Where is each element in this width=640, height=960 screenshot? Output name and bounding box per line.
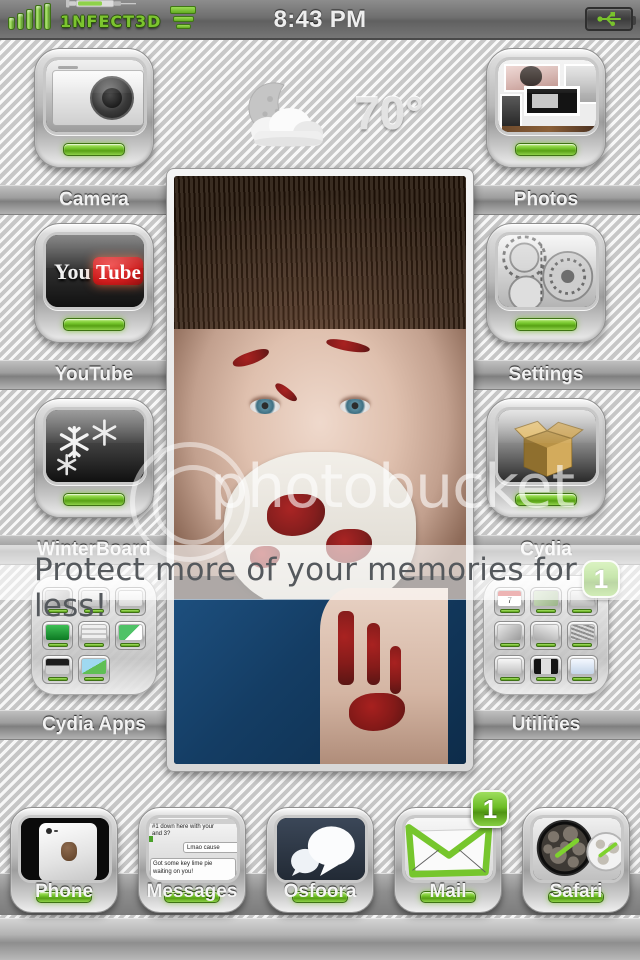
app-label-camera: Camera: [59, 189, 129, 210]
folder-mini-icon: [78, 621, 110, 650]
weather-temperature: 70°: [354, 87, 424, 139]
youtube-tube-text: Tube: [96, 260, 141, 284]
icon-led: [63, 493, 125, 506]
folder-mini-icon: [114, 621, 146, 650]
app-label-winterboard: WinterBoard: [37, 539, 151, 560]
status-bar: 1NFECT3D 8:43 PM: [0, 0, 640, 40]
folder-mini-icon: [530, 655, 562, 684]
dock-icon-phone[interactable]: Phone: [0, 807, 128, 913]
app-folder-cydia-apps[interactable]: [14, 575, 174, 695]
zombie-portrait-photo: [174, 176, 466, 764]
folder-mini-icon: [78, 655, 110, 684]
dock-label-band: [0, 918, 640, 960]
folder-mini-icon: [530, 621, 562, 650]
folder-badge-utilities: 1: [582, 560, 620, 598]
folder-mini-grid: [42, 587, 146, 684]
app-label-utilities: Utilities: [511, 714, 581, 735]
weather-widget[interactable]: 70°: [232, 70, 432, 156]
messages-line-1: #1 down here with your: [152, 824, 215, 830]
dock: Phone #1 down here with your and 3? Lmao…: [0, 790, 640, 960]
icon-led: [515, 318, 577, 331]
dock-icon-safari[interactable]: Safari: [512, 807, 640, 913]
folder-mini-icon: 7: [494, 587, 526, 616]
dock-icon-osfoora[interactable]: Osfoora: [256, 807, 384, 913]
folder-mini-icon: [42, 621, 74, 650]
folder-mini-icon: [42, 655, 74, 684]
icon-led: [515, 143, 577, 156]
battery-usb-charging-icon: [585, 7, 636, 31]
app-label-cydia-apps: Cydia Apps: [42, 714, 146, 735]
cydia-box-icon: [495, 407, 599, 485]
folder-mini-icon: [78, 587, 110, 616]
folder-mini-icon: [494, 621, 526, 650]
dock-icon-messages[interactable]: #1 down here with your and 3? Lmao cause…: [128, 807, 256, 913]
folder-mini-icon: [114, 587, 146, 616]
folder-mini-icon: [494, 655, 526, 684]
dock-icon-mail[interactable]: 1 Mail: [384, 790, 512, 913]
dock-label-osfoora: Osfoora: [283, 881, 357, 902]
settings-gears-icon: [495, 232, 599, 310]
app-label-photos: Photos: [513, 189, 579, 210]
app-icon-photos[interactable]: [466, 48, 626, 168]
folder-mini-icon: [42, 587, 74, 616]
messages-line-3: Got some key lime pie: [153, 861, 213, 867]
status-bar-right: [585, 7, 640, 31]
messages-bubble: Lmao cause: [183, 842, 237, 853]
app-folder-utilities[interactable]: 1 7: [466, 560, 626, 695]
iphone-home-screen: 1NFECT3D 8:43 PM 70° Camera Photos You T…: [0, 0, 640, 960]
dock-label-messages: Messages: [146, 881, 238, 902]
status-bar-clock: 8:43 PM: [273, 6, 367, 33]
youtube-you-text: You: [54, 259, 91, 284]
photos-icon: [495, 57, 599, 135]
dock-label-safari: Safari: [549, 881, 603, 902]
app-label-youtube: YouTube: [54, 364, 134, 385]
icon-led: [63, 318, 125, 331]
dock-label-mail: Mail: [429, 881, 467, 902]
messages-line-2: and 3?: [152, 831, 171, 837]
icon-led: [515, 493, 577, 506]
app-icon-settings[interactable]: [466, 223, 626, 343]
folder-mini-icon: [566, 621, 598, 650]
icon-led: [63, 143, 125, 156]
winterboard-snowflake-icon: [43, 407, 147, 485]
app-icon-camera[interactable]: [14, 48, 174, 168]
app-icon-youtube[interactable]: You Tube: [14, 223, 174, 343]
moon-cloud-icon: [248, 82, 323, 147]
center-wallpaper-photo: [166, 168, 474, 772]
folder-mini-icon: [566, 655, 598, 684]
app-icon-cydia[interactable]: [466, 398, 626, 518]
dock-label-phone: Phone: [34, 881, 94, 902]
youtube-icon: You Tube: [43, 232, 147, 310]
folder-mini-grid: 7: [494, 587, 598, 684]
dock-badge-mail: 1: [471, 790, 509, 828]
app-icon-winterboard[interactable]: [14, 398, 174, 518]
folder-mini-icon: [530, 587, 562, 616]
camera-icon: [43, 57, 147, 135]
app-label-settings: Settings: [508, 364, 584, 385]
